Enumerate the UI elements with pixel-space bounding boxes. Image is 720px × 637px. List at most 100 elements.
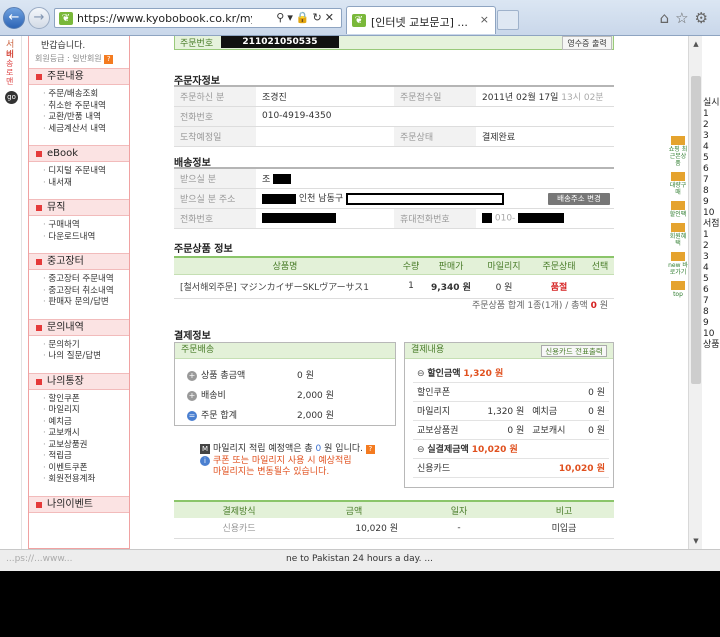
scroll-down-arrow-icon[interactable]: ▼	[690, 535, 702, 547]
column-header: 일자	[404, 501, 514, 518]
sidebar-section-title[interactable]: 주문내용	[29, 68, 129, 85]
sidebar-section-items: 중고장터 주문내역중고장터 취소내역판매자 문의/답변	[29, 270, 129, 319]
ranking-entry[interactable]: 2	[703, 241, 720, 252]
ranking-entry[interactable]: 서점	[703, 219, 720, 230]
ranking-entry[interactable]: 8	[703, 307, 720, 318]
quick-widget[interactable]: 할인팩	[668, 201, 688, 218]
sidebar-section-title[interactable]: eBook	[29, 145, 129, 162]
product-mileage: 0 원	[476, 274, 532, 299]
card-slip-button[interactable]: 신용카드 전표출력	[541, 345, 607, 357]
ranking-entry[interactable]: 9	[703, 318, 720, 329]
sidebar-item[interactable]: 주문/배송조회	[43, 89, 129, 101]
ranking-entry[interactable]: 1	[703, 109, 720, 120]
sidebar-item[interactable]: 적립금	[43, 451, 129, 463]
sidebar-section-title[interactable]: 문의내역	[29, 318, 129, 336]
sidebar-item[interactable]: 교보상품권	[43, 440, 129, 452]
sidebar-section-title[interactable]: 나의통장	[29, 372, 129, 390]
quick-widget[interactable]: 쇼핑 최근본상품	[668, 136, 688, 167]
back-button[interactable]: ←	[3, 7, 25, 29]
sidebar-item[interactable]: 세금계산서 내역	[43, 124, 129, 136]
product-name[interactable]: [철서해외주문] マジンカイザーSKLヴアーサス1	[174, 274, 396, 299]
browser-tab[interactable]: ❦ [인터넷 교보문고] ... ×	[346, 6, 496, 34]
ranking-entry[interactable]: 6	[703, 164, 720, 175]
scroll-thumb[interactable]	[691, 76, 701, 384]
sidebar-item[interactable]: 예치금	[43, 417, 129, 429]
quick-widget[interactable]: new 바로가기	[668, 252, 688, 276]
ranking-entry[interactable]: 8	[703, 186, 720, 197]
sidebar-item[interactable]: 회원전용계좌	[43, 474, 129, 486]
ranking-entry[interactable]: 7	[703, 296, 720, 307]
quick-widget[interactable]: 회원혜택	[668, 223, 688, 247]
sidebar-item[interactable]: 취소한 주문내역	[43, 101, 129, 113]
ranking-entry[interactable]: 1	[703, 230, 720, 241]
sidebar-item[interactable]: 디지털 주문내역	[43, 166, 129, 178]
column-header: 결제방식	[174, 501, 304, 518]
ranking-entry[interactable]: 3	[703, 252, 720, 263]
widget-icon	[671, 281, 685, 290]
cell-label: 휴대전화번호	[394, 208, 476, 229]
go-button[interactable]: go	[5, 91, 18, 104]
ranking-entry[interactable]: 실시	[703, 98, 720, 109]
browser-right-icons: ⌂☆⚙	[660, 9, 714, 27]
help-icon[interactable]: ?	[104, 55, 114, 64]
sidebar-section-title[interactable]: 뮤직	[29, 199, 129, 216]
ranking-entry[interactable]: 4	[703, 263, 720, 274]
new-tab-button[interactable]	[497, 10, 519, 30]
ranking-entry[interactable]: 5	[703, 153, 720, 164]
sidebar-section-title[interactable]: 나의이벤트	[29, 495, 129, 513]
sidebar-section-title[interactable]: 중고장터	[29, 253, 129, 270]
sidebar-item[interactable]: 교환/반품 내역	[43, 112, 129, 124]
ship-row-fee: + 배송비 2,000 원	[187, 391, 334, 401]
table-row: ⊖ 실결제금액 10,020 원	[413, 439, 609, 459]
background-text-right: ne to Pakistan 24 hours a day. ...	[286, 554, 433, 564]
sidebar-item[interactable]: 할인쿠폰	[43, 394, 129, 406]
cell-value: 2011년 02월 17일 13시 02분	[476, 86, 614, 107]
table-row: 할인쿠폰 0 원	[413, 382, 609, 402]
quick-widget[interactable]: 대량구매	[668, 172, 688, 196]
sidebar-item[interactable]: 구매내역	[43, 220, 129, 232]
sidebar-item[interactable]: 다운로드내역	[43, 232, 129, 244]
table-row: 마일리지 1,320 원 예치금 0 원	[413, 401, 609, 421]
sidebar-item[interactable]: 문의하기	[43, 340, 129, 352]
sidebar-item[interactable]: 내서재	[43, 178, 129, 190]
ranking-entry[interactable]: 6	[703, 285, 720, 296]
ranking-entry[interactable]: 3	[703, 131, 720, 142]
quick-widget[interactable]: top	[668, 281, 688, 298]
ranking-entry[interactable]: 4	[703, 142, 720, 153]
ranking-entry[interactable]: 9	[703, 197, 720, 208]
order-number-bar: 주문번호 211021050535	[174, 36, 614, 50]
favorites-star-icon[interactable]: ☆	[675, 9, 694, 27]
pay-date: -	[404, 518, 514, 539]
url-text[interactable]: https://www.kyobobook.co.kr/myroo	[77, 12, 252, 25]
ranking-entry[interactable]: 7	[703, 175, 720, 186]
column-header: 주문상태	[532, 257, 586, 275]
receipt-print-button[interactable]: 영수증 출력	[562, 36, 612, 50]
vertical-scrollbar[interactable]: ▲ ▼	[688, 36, 702, 549]
cell-value: 조	[256, 168, 614, 189]
help-icon[interactable]: ?	[365, 445, 375, 454]
sidebar-item[interactable]: 중고장터 주문내역	[43, 274, 129, 286]
tab-close-icon[interactable]: ×	[480, 13, 489, 26]
ranking-entry[interactable]: 2	[703, 120, 720, 131]
change-address-button[interactable]: 배송주소 변경	[548, 192, 610, 205]
gear-icon[interactable]: ⚙	[695, 9, 714, 27]
sidebar-item[interactable]: 교보캐시	[43, 428, 129, 440]
home-icon[interactable]: ⌂	[660, 9, 676, 27]
ranking-entry[interactable]: 5	[703, 274, 720, 285]
sidebar-item[interactable]: 이벤트쿠폰	[43, 463, 129, 475]
address-bar[interactable]: ❦ https://www.kyobobook.co.kr/myroo ⚲▾🔒↻…	[54, 8, 342, 28]
ranking-entry[interactable]: 상품	[703, 340, 720, 351]
address-tools-icons[interactable]: ⚲▾🔒↻✕	[276, 11, 337, 24]
sidebar-item[interactable]: 나의 질문/답변	[43, 351, 129, 363]
scroll-up-arrow-icon[interactable]: ▲	[690, 38, 702, 50]
product-select[interactable]	[586, 274, 614, 299]
forward-button[interactable]: →	[28, 7, 50, 29]
column-header: 선택	[586, 257, 614, 275]
sidebar-item[interactable]: 마일리지	[43, 405, 129, 417]
sidebar-sections: 주문내용주문/배송조회취소한 주문내역교환/반품 내역세금계산서 내역 eBook…	[29, 68, 129, 513]
ranking-entry[interactable]: 10	[703, 329, 720, 340]
column-header: 상품명	[174, 257, 396, 275]
sidebar-item[interactable]: 중고장터 취소내역	[43, 286, 129, 298]
ranking-entry[interactable]: 10	[703, 208, 720, 219]
sidebar-item[interactable]: 판매자 문의/답변	[43, 297, 129, 309]
